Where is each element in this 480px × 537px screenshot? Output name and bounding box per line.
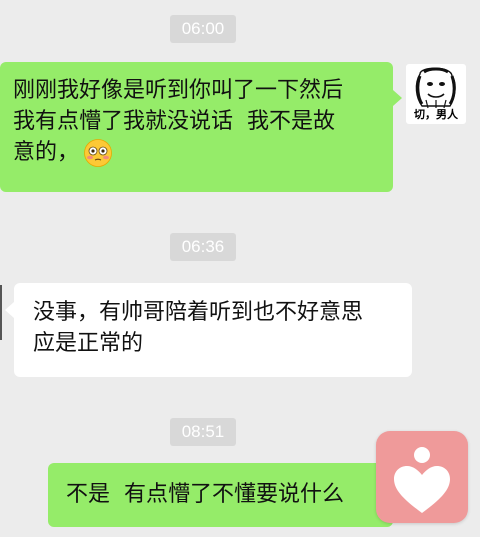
bubble-tail xyxy=(5,302,14,318)
flushed-face-emoji-icon xyxy=(84,138,112,167)
message-line: 不是 有点懵了不懂要说什么 xyxy=(66,482,344,507)
bubble-tail xyxy=(393,90,402,106)
message-line: 刚刚我好像是听到你叫了一下然后 xyxy=(13,78,344,103)
message-bubble-sent[interactable]: 刚刚我好像是听到你叫了一下然后 我有点懵了我就没说话 我不是故 意的， xyxy=(0,62,393,192)
heart-icon xyxy=(394,447,450,513)
meme-face-icon xyxy=(415,67,456,109)
timestamp: 08:51 xyxy=(170,418,236,446)
favorite-button[interactable] xyxy=(376,431,468,523)
message-line: 没事，有帅哥陪着听到也不好意思 xyxy=(33,300,364,325)
message-bubble-sent[interactable]: 不是 有点懵了不懂要说什么 xyxy=(48,463,393,527)
timestamp: 06:00 xyxy=(170,15,236,43)
left-edge-marker xyxy=(0,285,2,340)
avatar-caption: 切，男人 xyxy=(414,108,458,121)
message-bubble-received[interactable]: 没事，有帅哥陪着听到也不好意思 应是正常的 xyxy=(14,283,412,377)
message-line: 应是正常的 xyxy=(33,331,144,356)
message-line: 我有点懵了我就没说话 我不是故 xyxy=(13,109,335,134)
message-line: 意的， xyxy=(13,140,80,165)
avatar[interactable]: 切，男人 xyxy=(406,64,466,124)
timestamp: 06:36 xyxy=(170,233,236,261)
